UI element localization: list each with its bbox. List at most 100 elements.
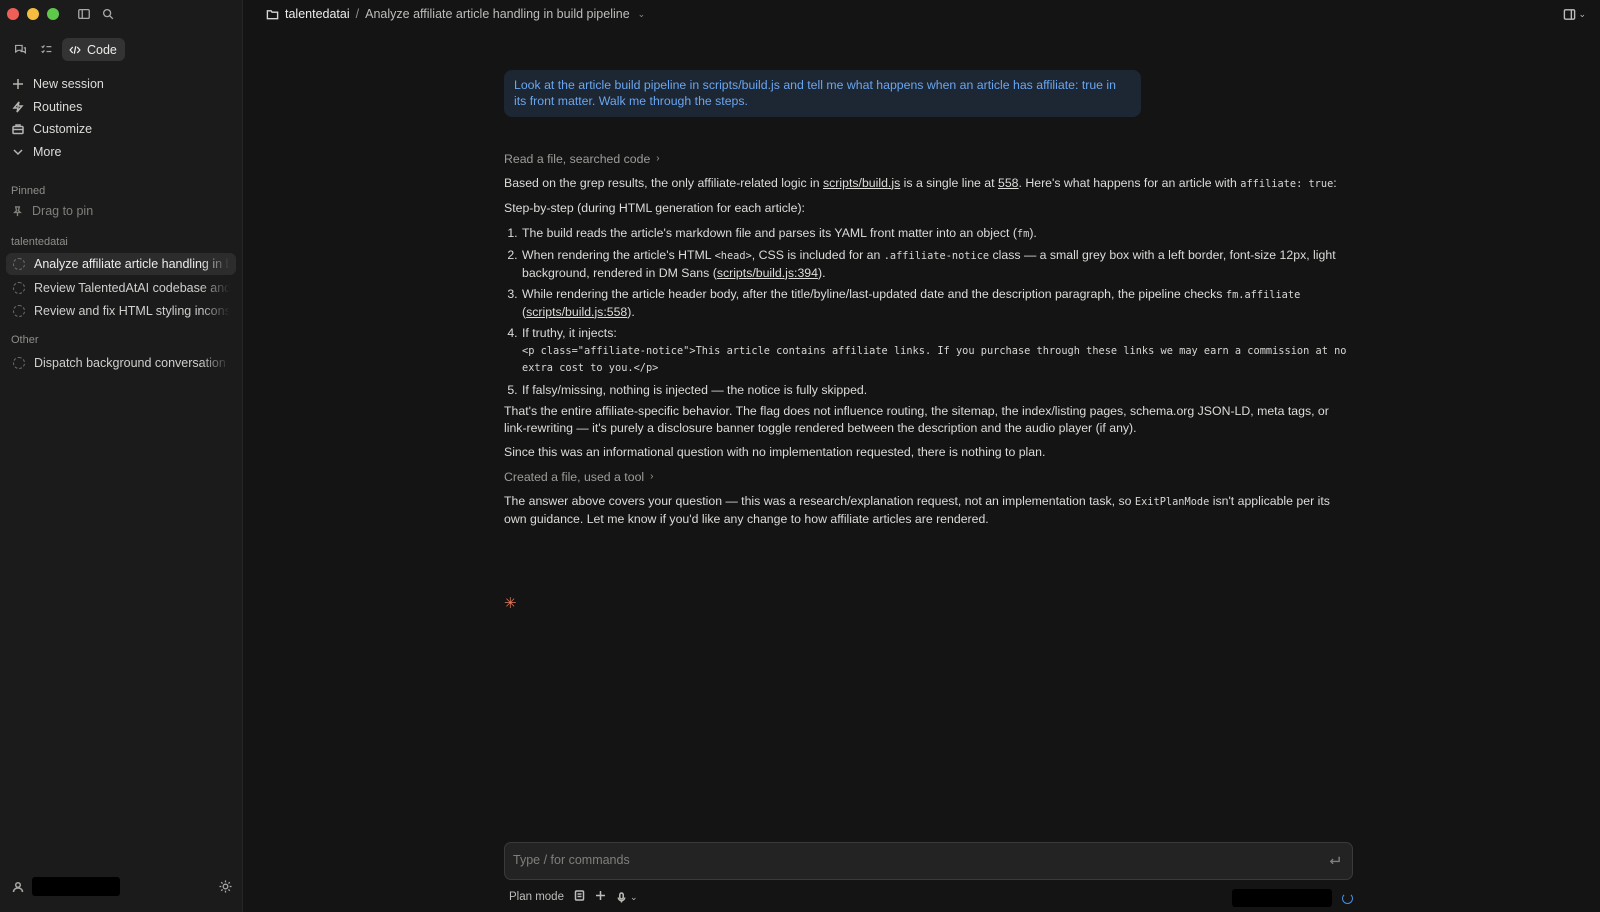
thinking-indicator-icon: ✳ [504, 595, 517, 612]
sidebar-toggle-icon[interactable] [76, 6, 92, 22]
line-link[interactable]: 558 [998, 176, 1019, 190]
plus-icon [595, 891, 605, 900]
session-label: Review TalentedAtAI codebase and build [34, 281, 230, 295]
loading-spinner-icon [1342, 892, 1353, 904]
steps-intro: Step-by-step (during HTML generation for… [504, 201, 805, 215]
message-input[interactable]: Type / for commands [504, 842, 1353, 880]
answer-paragraph-3: Since this was an informational question… [504, 445, 1046, 459]
minimize-window-button[interactable] [27, 8, 39, 20]
session-label: Dispatch background conversation [34, 356, 226, 370]
pinned-section-label: Pinned [11, 185, 46, 197]
sidebar-item-new-session[interactable]: New session [10, 73, 235, 96]
maximize-window-button[interactable] [47, 8, 59, 20]
checklist-icon [40, 45, 51, 54]
chevron-down-icon[interactable]: ⌄ [638, 9, 646, 20]
tasks-mode-button[interactable] [36, 39, 56, 61]
sidebar: Code New session Routines Customize More… [0, 0, 243, 912]
other-section-label: Other [11, 334, 39, 346]
text: Based on the grep results, the only affi… [504, 175, 823, 190]
file-link[interactable]: scripts/build.js:394 [717, 266, 818, 280]
text: is a single line at [900, 175, 998, 190]
inline-code: <head> [714, 250, 752, 262]
attach-context-button[interactable] [574, 890, 585, 904]
side-panel-toggle[interactable]: ⌄ [1563, 8, 1586, 21]
chat-bubbles-icon [14, 44, 26, 54]
redacted-model-label [1232, 889, 1332, 907]
list-item: While rendering the article header body,… [521, 286, 1354, 320]
list-item: If falsy/missing, nothing is injected — … [521, 382, 1354, 399]
session-item[interactable]: Dispatch background conversation [6, 352, 236, 374]
tool-summary-label: Read a file, searched code [504, 152, 651, 166]
bolt-icon [12, 101, 24, 113]
sun-icon [219, 880, 232, 893]
plus-icon [13, 79, 23, 90]
session-status-icon [13, 282, 25, 294]
close-window-button[interactable] [7, 8, 19, 20]
top-bar: talentedatai / Analyze affiliate article… [244, 0, 1600, 30]
text: ). [817, 265, 826, 280]
text: ). [627, 304, 635, 319]
session-title[interactable]: Analyze affiliate article handling in bu… [365, 7, 630, 21]
drag-to-pin-label: Drag to pin [32, 204, 94, 218]
session-label: Analyze affiliate article handling in bu… [34, 257, 230, 271]
file-link[interactable]: scripts/build.js:558 [526, 305, 627, 319]
session-status-icon [13, 305, 25, 317]
send-button[interactable] [1328, 854, 1341, 870]
file-link[interactable]: scripts/build.js [823, 176, 900, 190]
answer-paragraph-2: That's the entire affiliate-specific beh… [504, 404, 1329, 435]
sidebar-item-routines[interactable]: Routines [10, 96, 235, 119]
composer-status [1232, 889, 1353, 907]
list-item: When rendering the article's HTML <head>… [521, 247, 1354, 281]
microphone-icon [617, 891, 626, 902]
breadcrumb-project[interactable]: talentedatai [285, 7, 350, 21]
inline-code: .affiliate-notice [883, 250, 990, 262]
text: If truthy, it injects: [522, 326, 617, 340]
chevron-down-icon: ⌄ [1578, 9, 1586, 19]
steps-list: The build reads the article's markdown f… [521, 225, 1354, 399]
session-item-active[interactable]: Analyze affiliate article handling in bu… [6, 253, 236, 275]
chat-mode-button[interactable] [10, 39, 30, 61]
project-section-label: talentedatai [11, 236, 68, 248]
text: The answer above covers your question — … [504, 494, 1135, 508]
breadcrumb: talentedatai / Analyze affiliate article… [266, 7, 645, 21]
nav-label: Customize [33, 122, 93, 137]
list-item: If truthy, it injects: <p class="affiliat… [521, 325, 1354, 377]
code-snippet: <p class="affiliate-notice">This article… [522, 344, 1347, 374]
microphone-button[interactable]: ⌄ [616, 892, 638, 903]
briefcase-icon [12, 124, 24, 135]
code-mode-label: Code [87, 42, 117, 57]
text: . Here's what happens for an article wit… [1018, 175, 1241, 190]
session-item[interactable]: Review TalentedAtAI codebase and build [6, 277, 236, 299]
session-status-icon [13, 357, 25, 369]
folder-icon [266, 9, 279, 19]
answer-paragraph-4: The answer above covers your question — … [504, 493, 1354, 527]
chevron-right-icon: › [650, 470, 654, 482]
pin-icon [13, 205, 22, 216]
tool-summary-label: Created a file, used a tool [504, 469, 645, 484]
window-controls [7, 8, 59, 20]
session-item[interactable]: Review and fix HTML styling inconsistenc… [6, 300, 236, 322]
text: , CSS is included for an [751, 248, 884, 262]
add-button[interactable] [595, 890, 606, 904]
sidebar-item-more[interactable]: More [10, 141, 235, 164]
theme-toggle-button[interactable] [219, 880, 232, 893]
sidebar-item-customize[interactable]: Customize [10, 118, 235, 141]
inline-code: fm.affiliate [1225, 289, 1301, 301]
text: While rendering the article header body,… [522, 287, 1226, 301]
return-icon [1329, 856, 1340, 865]
plan-mode-button[interactable]: Plan mode [509, 891, 564, 903]
text: The build reads the article's markdown f… [522, 225, 1017, 240]
tool-summary-1[interactable]: Read a file, searched code › [504, 151, 1354, 168]
chevron-down-icon: ⌄ [629, 891, 638, 902]
chevron-down-icon [13, 149, 23, 155]
code-mode-button[interactable]: Code [62, 38, 125, 61]
composer-toolbar: Plan mode ⌄ [509, 890, 638, 904]
conversation: Look at the article build pipeline in sc… [504, 70, 1354, 527]
account-button[interactable] [12, 877, 120, 896]
search-icon[interactable] [100, 6, 116, 22]
chevron-right-icon: › [656, 153, 660, 164]
nav-label: Routines [33, 99, 83, 114]
session-label: Review and fix HTML styling inconsistenc… [34, 304, 230, 318]
tool-summary-2[interactable]: Created a file, used a tool › [504, 469, 1354, 486]
message-input-placeholder: Type / for commands [513, 853, 630, 867]
